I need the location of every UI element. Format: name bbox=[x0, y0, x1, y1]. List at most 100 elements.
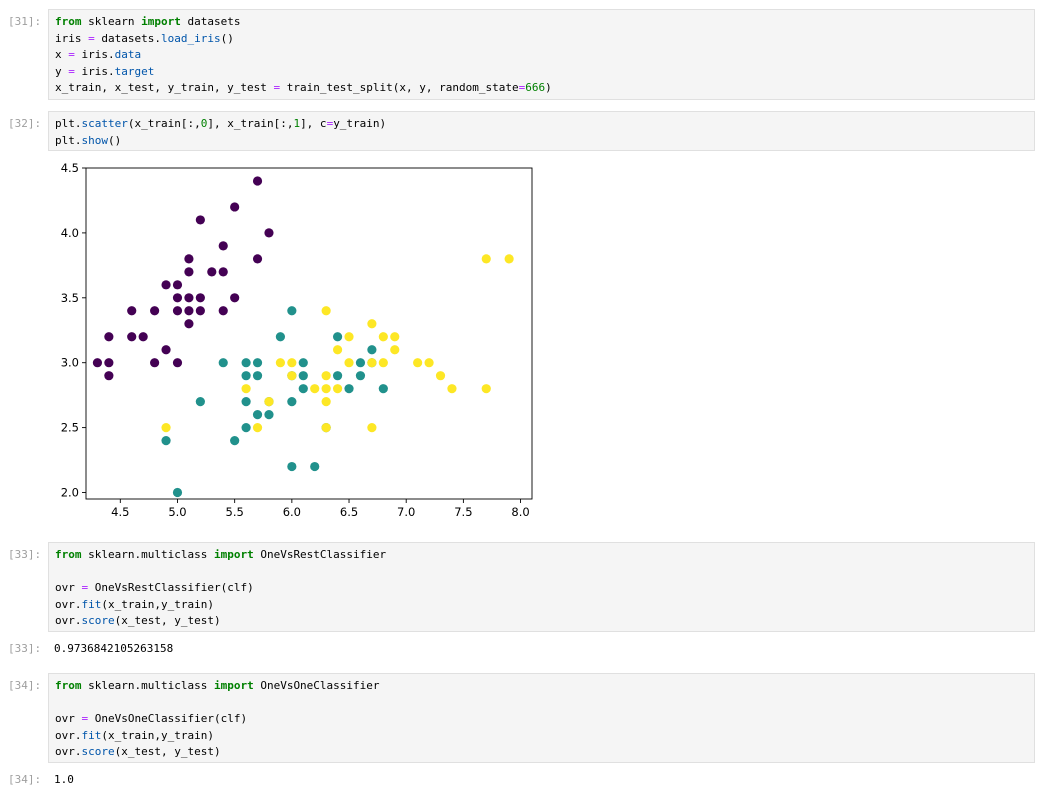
scatter-point-class-2 bbox=[378, 332, 388, 342]
scatter-point-class-0 bbox=[138, 332, 148, 342]
code-token: score bbox=[81, 745, 115, 758]
code-line: ovr = OneVsRestClassifier(clf) bbox=[55, 580, 1028, 597]
scatter-point-class-1 bbox=[264, 410, 274, 420]
code-token: = bbox=[68, 48, 75, 61]
code-token: y_train) bbox=[333, 117, 387, 130]
x-tick-label: 4.5 bbox=[111, 505, 129, 519]
scatter-point-class-1 bbox=[275, 332, 286, 342]
code-editor[interactable]: from sklearn.multiclass import OneVsRest… bbox=[48, 542, 1035, 632]
scatter-point-class-0 bbox=[230, 202, 240, 212]
scatter-point-class-2 bbox=[367, 319, 377, 329]
code-token: from bbox=[55, 679, 82, 692]
code-editor[interactable]: plt.scatter(x_train[:,0], x_train[:,1], … bbox=[48, 111, 1035, 151]
scatter-point-class-2 bbox=[275, 358, 286, 368]
scatter-point-class-1 bbox=[241, 371, 251, 381]
output-prompt: [34]: bbox=[8, 773, 42, 786]
scatter-point-class-1 bbox=[287, 397, 297, 407]
x-tick-label: 7.5 bbox=[454, 505, 472, 519]
code-token: () bbox=[220, 31, 234, 45]
code-token: y bbox=[55, 64, 69, 78]
code-token: (x_train[:, bbox=[127, 117, 201, 130]
code-line: plt.show() bbox=[55, 133, 1028, 150]
input-prompt: [34]: bbox=[8, 679, 42, 692]
scatter-point-class-2 bbox=[321, 384, 331, 394]
scatter-point-class-0 bbox=[92, 358, 103, 368]
scatter-point-class-0 bbox=[150, 306, 160, 316]
scatter-point-class-2 bbox=[367, 358, 377, 368]
code-token: iris bbox=[55, 31, 89, 45]
code-line: from sklearn import datasets bbox=[55, 14, 1028, 31]
scatter-point-class-2 bbox=[310, 384, 320, 394]
code-token: scatter bbox=[81, 117, 128, 130]
scatter-point-class-0 bbox=[150, 358, 160, 368]
code-token: ovr. bbox=[55, 745, 82, 758]
scatter-point-class-2 bbox=[264, 397, 274, 407]
code-line: from sklearn.multiclass import OneVsRest… bbox=[55, 547, 1028, 564]
scatter-point-class-2 bbox=[447, 384, 457, 394]
code-token: score bbox=[81, 614, 115, 627]
scatter-point-class-1 bbox=[252, 371, 263, 381]
code-token: train_test_split(x, y, random_state bbox=[280, 81, 519, 94]
scatter-point-class-1 bbox=[241, 423, 251, 433]
scatter-point-class-2 bbox=[241, 384, 251, 394]
y-tick-label: 3.5 bbox=[61, 291, 79, 305]
input-prompt: [31]: bbox=[8, 15, 42, 28]
code-token: sklearn.multiclass bbox=[81, 548, 214, 561]
code-token: target bbox=[114, 64, 155, 78]
scatter-point-class-1 bbox=[161, 435, 171, 446]
scatter-point-class-2 bbox=[504, 254, 514, 264]
y-axis-ticks: 2.0 2.5 3.0 3.5 4.0 4.5 bbox=[61, 161, 86, 500]
code-line: ovr.fit(x_train,y_train) bbox=[55, 597, 1028, 614]
code-token: load_iris bbox=[160, 31, 221, 45]
scatter-point-class-0 bbox=[127, 306, 137, 316]
scatter-point-class-0 bbox=[264, 228, 274, 238]
code-lines: from sklearn.multiclass import OneVsOneC… bbox=[55, 678, 1028, 761]
x-tick-label: 5.5 bbox=[226, 505, 244, 519]
output-value: 0.9736842105263158 bbox=[54, 642, 174, 655]
scatter-point-class-1 bbox=[230, 435, 240, 446]
scatter-point-class-2 bbox=[321, 371, 331, 381]
code-token: from bbox=[55, 15, 82, 28]
scatter-point-class-0 bbox=[104, 332, 114, 342]
scatter-point-class-1 bbox=[252, 410, 263, 420]
scatter-point-class-0 bbox=[195, 293, 205, 303]
scatter-point-class-0 bbox=[161, 280, 171, 290]
plot-axes-frame bbox=[85, 167, 533, 500]
x-tick-label: 5.0 bbox=[168, 505, 186, 519]
scatter-point-class-0 bbox=[172, 306, 183, 316]
code-token: import bbox=[141, 15, 181, 28]
code-line: x = iris.data bbox=[55, 47, 1028, 64]
scatter-point-class-2 bbox=[321, 306, 331, 316]
code-token: ovr. bbox=[55, 728, 82, 742]
scatter-point-class-2 bbox=[378, 358, 388, 368]
scatter-point-class-2 bbox=[287, 358, 297, 368]
scatter-point-class-0 bbox=[184, 254, 194, 264]
code-line: from sklearn.multiclass import OneVsOneC… bbox=[55, 678, 1028, 695]
code-editor[interactable]: from sklearn.multiclass import OneVsOneC… bbox=[48, 673, 1035, 763]
input-prompt: [33]: bbox=[8, 548, 42, 561]
code-token: x_train, x_test, y_train, y_test bbox=[55, 81, 274, 94]
code-token: from bbox=[55, 548, 82, 561]
code-token: = bbox=[88, 31, 95, 45]
scatter-point-class-2 bbox=[287, 371, 297, 381]
code-editor[interactable]: from sklearn import datasets iris = datas… bbox=[48, 9, 1035, 100]
scatter-point-class-0 bbox=[172, 358, 183, 368]
scatter-point-class-0 bbox=[161, 345, 171, 355]
code-token: OneVsRestClassifier(clf) bbox=[88, 581, 254, 594]
code-token: ovr. bbox=[55, 597, 82, 611]
scatter-point-class-0 bbox=[184, 267, 194, 277]
scatter-point-class-2 bbox=[390, 345, 400, 355]
scatter-point-class-2 bbox=[252, 423, 263, 433]
code-token: (x_train,y_train) bbox=[101, 728, 214, 742]
code-token: iris. bbox=[74, 48, 115, 61]
x-axis-ticks: 4.5 5.0 5.5 6.0 6.5 7.0 7.5 8.0 bbox=[111, 499, 530, 519]
code-token: show bbox=[81, 133, 109, 147]
output-prompt: [33]: bbox=[8, 642, 42, 655]
scatter-point-class-0 bbox=[218, 241, 228, 251]
scatter-point-class-2 bbox=[344, 332, 354, 342]
scatter-point-class-2 bbox=[161, 423, 171, 433]
scatter-point-class-2 bbox=[321, 397, 331, 407]
scatter-point-class-1 bbox=[298, 358, 308, 368]
code-token: x bbox=[55, 48, 69, 61]
scatter-point-class-1 bbox=[332, 332, 343, 342]
